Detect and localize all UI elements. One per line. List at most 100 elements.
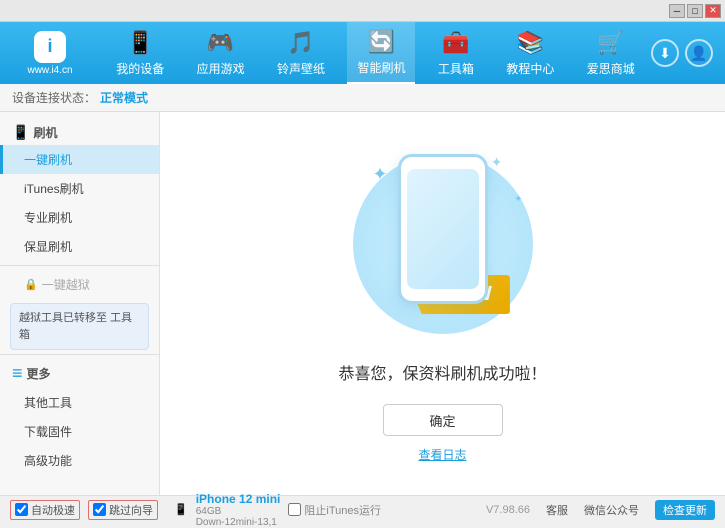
minimize-button[interactable]: ─ xyxy=(669,4,685,18)
skip-wizard-checkbox-container[interactable]: 跳过向导 xyxy=(88,500,158,520)
nav-bar: 📱 我的设备 🎮 应用游戏 🎵 铃声壁纸 🔄 智能刷机 🧰 工具箱 📚 教程中心… xyxy=(100,22,651,84)
confirm-button-label: 确定 xyxy=(429,411,455,430)
device-section: 📱 iPhone 12 mini 64GB Down-12mini-13,1 xyxy=(174,492,280,528)
sidebar-item-itunes-flash[interactable]: iTunes刷机 xyxy=(0,174,159,203)
title-bar: ─ □ ✕ xyxy=(0,0,725,22)
nav-apps-games-label: 应用游戏 xyxy=(197,60,245,77)
sidebar-item-one-key-flash[interactable]: 一键刷机 xyxy=(0,145,159,174)
window-controls: ─ □ ✕ xyxy=(669,4,721,18)
phone-screen xyxy=(407,169,479,289)
logo-icon: i xyxy=(34,31,66,63)
nav-apps-games[interactable]: 🎮 应用游戏 xyxy=(187,22,255,84)
sparkle-2: ✦ xyxy=(491,154,503,171)
skip-wizard-label: 跳过向导 xyxy=(109,502,153,518)
success-illustration: ✦ ✦ ✦ NEW xyxy=(333,144,553,344)
skip-wizard-checkbox[interactable] xyxy=(93,503,106,516)
jailbreak-label: 一键越狱 xyxy=(42,276,90,293)
sidebar-item-save-flash[interactable]: 保显刷机 xyxy=(0,232,159,261)
other-tools-label: 其他工具 xyxy=(24,396,72,410)
status-label: 设备连接状态： xyxy=(12,89,96,106)
sidebar-section-more: ≡ 更多 xyxy=(0,359,159,388)
lock-icon: 🔒 xyxy=(24,278,38,291)
apps-games-icon: 🎮 xyxy=(207,30,234,56)
browse-log-link[interactable]: 查看日志 xyxy=(418,446,466,463)
device-model: Down-12mini-13,1 xyxy=(196,517,281,528)
confirm-button[interactable]: 确定 xyxy=(383,404,503,436)
customer-service-link[interactable]: 客服 xyxy=(546,502,568,518)
bottom-bar: 自动极速 跳过向导 📱 iPhone 12 mini 64GB Down-12m… xyxy=(0,495,725,523)
auto-speed-label: 自动极速 xyxy=(31,502,75,518)
nav-my-device[interactable]: 📱 我的设备 xyxy=(106,22,174,84)
wechat-link[interactable]: 微信公众号 xyxy=(584,502,639,518)
nav-smart-flash[interactable]: 🔄 智能刷机 xyxy=(347,22,415,84)
tutorial-icon: 📚 xyxy=(517,30,544,56)
phone-body xyxy=(398,154,488,304)
sidebar-item-other-tools[interactable]: 其他工具 xyxy=(0,388,159,417)
flash-section-icon: 📱 xyxy=(12,124,29,141)
sparkle-3: ✦ xyxy=(514,194,522,205)
logo-url: www.i4.cn xyxy=(27,65,72,76)
check-update-button[interactable]: 检查更新 xyxy=(655,500,715,520)
more-section-icon: ≡ xyxy=(12,363,23,384)
sparkle-1: ✦ xyxy=(373,164,388,185)
header: i www.i4.cn 📱 我的设备 🎮 应用游戏 🎵 铃声壁纸 🔄 智能刷机 … xyxy=(0,22,725,84)
sidebar-item-jailbreak-disabled: 🔒 一键越狱 xyxy=(0,270,159,299)
header-right: ⬇ 👤 xyxy=(651,39,725,67)
device-phone-icon: 📱 xyxy=(174,503,188,516)
user-button[interactable]: 👤 xyxy=(685,39,713,67)
close-button[interactable]: ✕ xyxy=(705,4,721,18)
save-flash-label: 保显刷机 xyxy=(24,240,72,254)
nav-tutorial-label: 教程中心 xyxy=(506,60,554,77)
logo-area: i www.i4.cn xyxy=(0,22,100,84)
auto-speed-checkbox-container[interactable]: 自动极速 xyxy=(10,500,80,520)
jailbreak-note: 越狱工具已转移至 工具箱 xyxy=(10,303,149,350)
smart-flash-icon: 🔄 xyxy=(368,29,395,55)
main-layout: 📱 刷机 一键刷机 iTunes刷机 专业刷机 保显刷机 🔒 一键越狱 越狱工具… xyxy=(0,112,725,495)
tools-icon: 🧰 xyxy=(442,30,469,56)
nav-tutorial[interactable]: 📚 教程中心 xyxy=(496,22,564,84)
bottom-left: 自动极速 跳过向导 📱 iPhone 12 mini 64GB Down-12m… xyxy=(10,492,486,528)
sidebar-item-pro-flash[interactable]: 专业刷机 xyxy=(0,203,159,232)
flash-section-title: 刷机 xyxy=(33,124,57,141)
sidebar-divider-1 xyxy=(0,265,159,266)
bottom-right: V7.98.66 客服 微信公众号 检查更新 xyxy=(486,500,715,520)
stop-itunes-container[interactable]: 阻止iTunes运行 xyxy=(288,502,381,518)
jailbreak-note-text: 越狱工具已转移至 工具箱 xyxy=(19,312,132,341)
status-bar: 设备连接状态： 正常模式 xyxy=(0,84,725,112)
nav-my-device-label: 我的设备 xyxy=(116,60,164,77)
auto-speed-checkbox[interactable] xyxy=(15,503,28,516)
pro-flash-label: 专业刷机 xyxy=(24,211,72,225)
device-info: iPhone 12 mini 64GB Down-12mini-13,1 xyxy=(196,492,281,528)
sidebar: 📱 刷机 一键刷机 iTunes刷机 专业刷机 保显刷机 🔒 一键越狱 越狱工具… xyxy=(0,112,160,495)
nav-smart-flash-label: 智能刷机 xyxy=(357,59,405,76)
version-label: V7.98.66 xyxy=(486,504,530,516)
sidebar-item-download-firmware[interactable]: 下载固件 xyxy=(0,417,159,446)
device-storage: 64GB xyxy=(196,506,281,517)
nav-tools[interactable]: 🧰 工具箱 xyxy=(428,22,484,84)
sidebar-divider-2 xyxy=(0,354,159,355)
device-name: iPhone 12 mini xyxy=(196,492,281,506)
nav-ringtones[interactable]: 🎵 铃声壁纸 xyxy=(267,22,335,84)
nav-tools-label: 工具箱 xyxy=(438,60,474,77)
phone-illustration xyxy=(398,154,488,304)
itunes-flash-label: iTunes刷机 xyxy=(24,182,84,196)
nav-shop-label: 爱思商城 xyxy=(587,60,635,77)
status-value: 正常模式 xyxy=(100,89,148,106)
my-device-icon: 📱 xyxy=(127,30,154,56)
nav-ringtones-label: 铃声壁纸 xyxy=(277,60,325,77)
success-text: 恭喜您，保资料刷机成功啦！ xyxy=(338,360,546,384)
shop-icon: 🛒 xyxy=(597,30,624,56)
sidebar-section-flash: 📱 刷机 xyxy=(0,120,159,145)
more-section-title: 更多 xyxy=(27,365,51,382)
sidebar-item-advanced[interactable]: 高级功能 xyxy=(0,446,159,475)
restore-button[interactable]: □ xyxy=(687,4,703,18)
stop-itunes-label: 阻止iTunes运行 xyxy=(304,502,381,518)
nav-shop[interactable]: 🛒 爱思商城 xyxy=(577,22,645,84)
download-button[interactable]: ⬇ xyxy=(651,39,679,67)
stop-itunes-checkbox[interactable] xyxy=(288,503,301,516)
one-key-flash-label: 一键刷机 xyxy=(24,153,72,167)
content-area: ✦ ✦ ✦ NEW 恭喜您，保资料刷机成功啦！ 确定 查看日志 xyxy=(160,112,725,495)
advanced-label: 高级功能 xyxy=(24,454,72,468)
ringtones-icon: 🎵 xyxy=(287,30,314,56)
download-firmware-label: 下载固件 xyxy=(24,425,72,439)
